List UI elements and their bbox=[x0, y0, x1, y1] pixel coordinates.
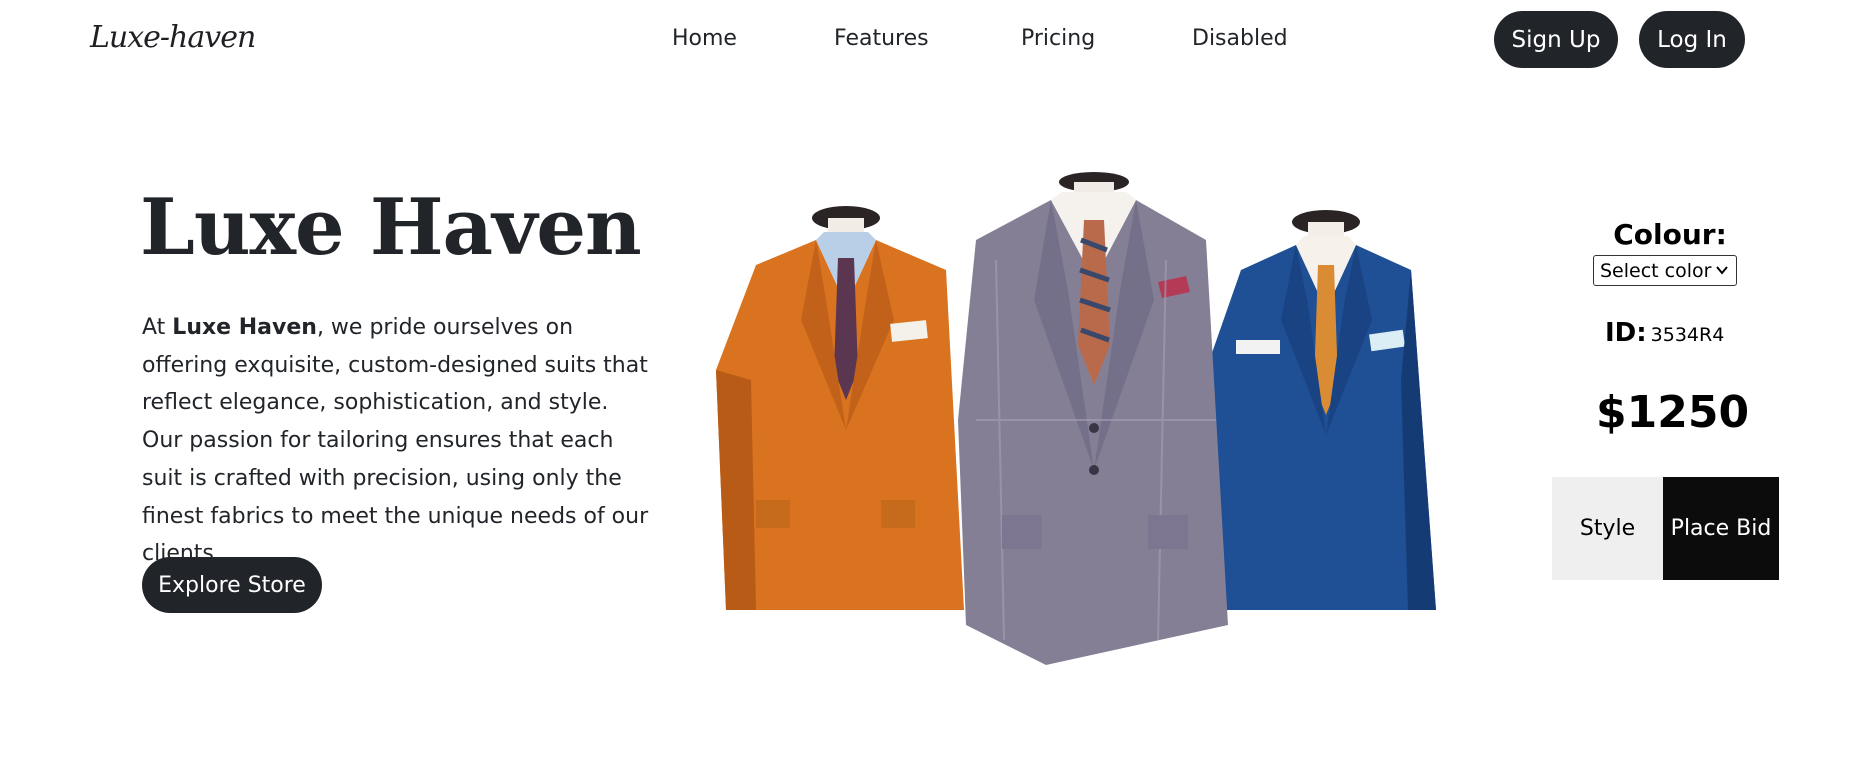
explore-store-button[interactable]: Explore Store bbox=[142, 557, 322, 613]
color-select[interactable]: Select color bbox=[1593, 255, 1737, 286]
nav-disabled[interactable]: Disabled bbox=[1192, 26, 1288, 51]
nav-pricing[interactable]: Pricing bbox=[1021, 26, 1095, 51]
hero-desc-brand: Luxe Haven bbox=[172, 315, 317, 340]
product-price: $1250 bbox=[1596, 387, 1750, 438]
hero-description: At Luxe Haven, we pride ourselves on off… bbox=[142, 309, 652, 573]
chevron-down-icon bbox=[1716, 266, 1728, 275]
login-button[interactable]: Log In bbox=[1639, 11, 1745, 68]
nav-features[interactable]: Features bbox=[834, 26, 929, 51]
product-id: ID: 3534R4 bbox=[1605, 318, 1724, 348]
grey-suit bbox=[958, 172, 1228, 665]
colour-label: Colour: bbox=[1613, 218, 1727, 251]
orange-suit bbox=[716, 206, 964, 610]
color-select-value: Select color bbox=[1600, 259, 1712, 282]
signup-button[interactable]: Sign Up bbox=[1494, 11, 1618, 68]
blue-suit bbox=[1206, 210, 1436, 610]
hero-desc-prefix: At bbox=[142, 315, 173, 340]
hero-title: Luxe Haven bbox=[140, 182, 642, 273]
nav-home[interactable]: Home bbox=[672, 26, 737, 51]
id-value: 3534R4 bbox=[1650, 324, 1725, 346]
id-label: ID: bbox=[1605, 318, 1647, 348]
place-bid-button[interactable]: Place Bid bbox=[1663, 477, 1779, 580]
hero-desc-body: , we pride ourselves on offering exquisi… bbox=[142, 315, 649, 567]
style-button[interactable]: Style bbox=[1552, 477, 1663, 580]
suits-image bbox=[716, 172, 1436, 665]
